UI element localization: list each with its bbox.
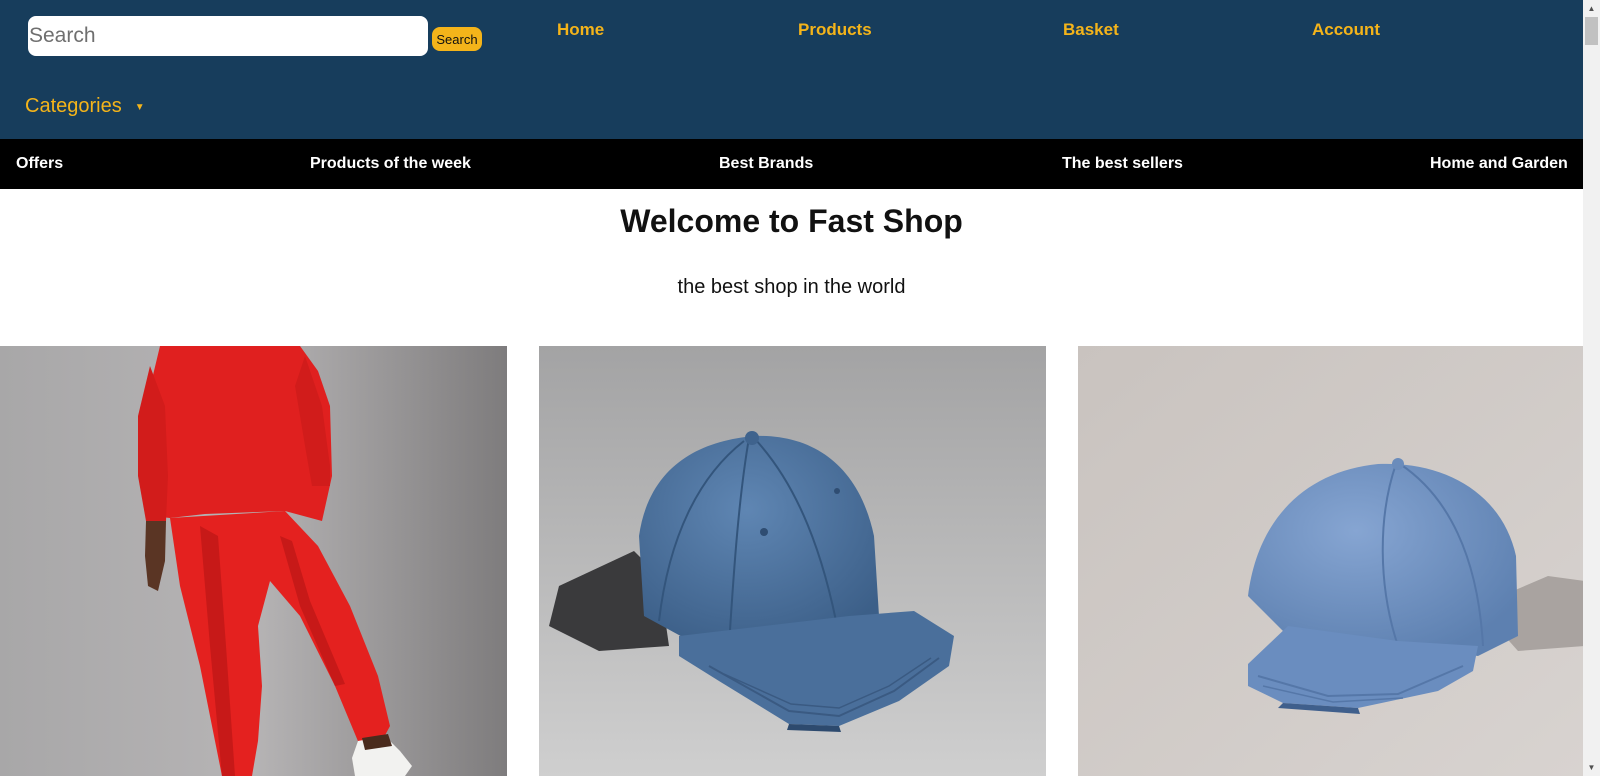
subnav-best-brands[interactable]: Best Brands (719, 155, 813, 173)
scroll-thumb[interactable] (1585, 17, 1598, 45)
product-image-blue-cap[interactable] (539, 346, 1046, 776)
category-subnav: Offers Products of the week Best Brands … (0, 139, 1583, 189)
light-blue-cap-image (1078, 346, 1583, 776)
search-input[interactable] (28, 16, 428, 56)
categories-dropdown[interactable]: Categories ▼ (25, 95, 145, 118)
nav-account-link[interactable]: Account (1312, 20, 1380, 40)
nav-basket-link[interactable]: Basket (1063, 20, 1119, 40)
vertical-scrollbar[interactable]: ▲ ▼ (1583, 0, 1600, 776)
subnav-home-garden[interactable]: Home and Garden (1430, 155, 1568, 173)
page-tagline: the best shop in the world (677, 276, 906, 298)
nav-products-link[interactable]: Products (798, 20, 872, 40)
product-image-light-blue-cap[interactable] (1078, 346, 1583, 776)
blue-cap-image (539, 346, 1046, 776)
categories-label: Categories (25, 95, 122, 117)
scroll-up-arrow-icon[interactable]: ▲ (1583, 0, 1600, 17)
scroll-down-arrow-icon[interactable]: ▼ (1583, 759, 1600, 776)
red-tracksuit-image (0, 346, 507, 776)
product-image-red-tracksuit[interactable] (0, 346, 507, 776)
page-title: Welcome to Fast Shop (620, 203, 963, 239)
nav-home-link[interactable]: Home (557, 20, 604, 40)
site-header: Search Home Products Basket Account Cate… (0, 0, 1583, 139)
subnav-best-sellers[interactable]: The best sellers (1062, 155, 1183, 173)
subnav-offers[interactable]: Offers (16, 155, 63, 173)
caret-down-icon: ▼ (134, 102, 145, 113)
subnav-products-of-week[interactable]: Products of the week (310, 155, 471, 173)
search-button[interactable]: Search (432, 27, 482, 51)
page: Search Home Products Basket Account Cate… (0, 0, 1583, 776)
